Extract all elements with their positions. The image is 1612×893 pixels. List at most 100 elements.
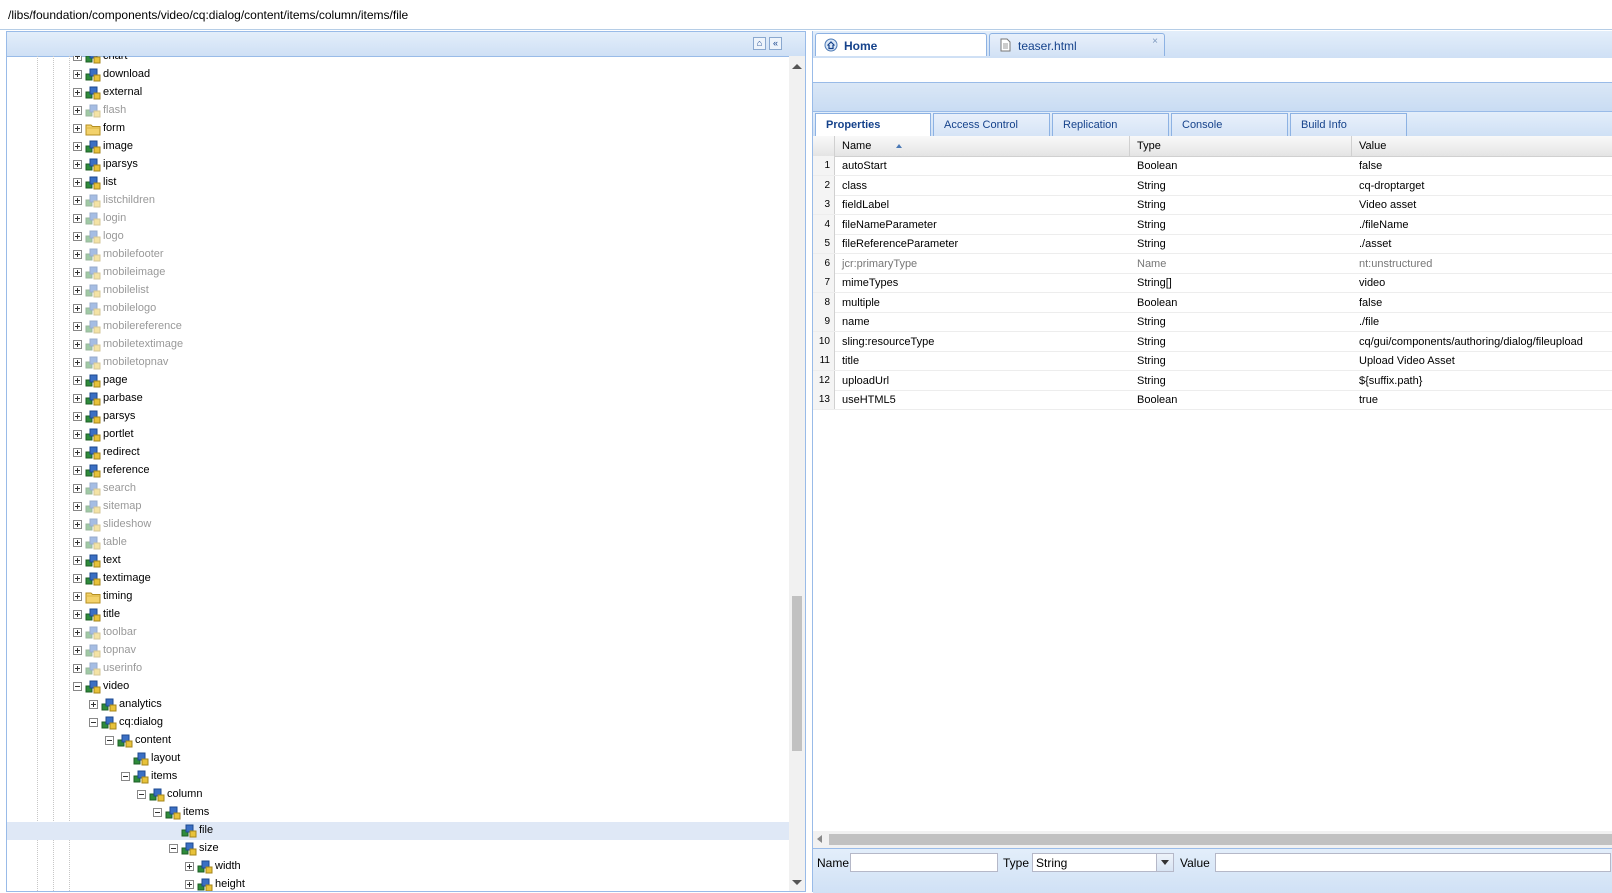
tree-tools-icon[interactable]: ⌂ <box>753 37 766 50</box>
expand-icon[interactable] <box>73 178 82 187</box>
tree-node-login[interactable]: login <box>7 210 791 228</box>
expand-icon[interactable] <box>73 376 82 385</box>
expand-icon[interactable] <box>73 214 82 223</box>
chevron-down-icon[interactable] <box>1156 854 1173 871</box>
tree-node-userinfo[interactable]: userinfo <box>7 660 791 678</box>
tree-node-table[interactable]: table <box>7 534 791 552</box>
table-row[interactable]: 7 mimeTypes String[] video <box>813 273 1612 293</box>
tree-node-iparsys[interactable]: iparsys <box>7 156 791 174</box>
tree-node-layout[interactable]: layout <box>7 750 791 768</box>
tree-node-chart[interactable]: chart <box>7 56 791 66</box>
expand-icon[interactable] <box>185 862 194 871</box>
value-field[interactable] <box>1215 853 1611 872</box>
expand-icon[interactable] <box>73 646 82 655</box>
table-row[interactable]: 5 fileReferenceParameter String ./asset <box>813 234 1612 254</box>
tree-node-mobileimage[interactable]: mobileimage <box>7 264 791 282</box>
scroll-up-icon[interactable] <box>792 64 802 69</box>
tree-node-mobilefooter[interactable]: mobilefooter <box>7 246 791 264</box>
tree-node-list[interactable]: list <box>7 174 791 192</box>
tree-node-toolbar[interactable]: toolbar <box>7 624 791 642</box>
tree-node-width[interactable]: width <box>7 858 791 876</box>
expand-icon[interactable] <box>73 394 82 403</box>
tree-node-listchildren[interactable]: listchildren <box>7 192 791 210</box>
table-row[interactable]: 3 fieldLabel String Video asset <box>813 195 1612 215</box>
expand-icon[interactable] <box>73 106 82 115</box>
expand-icon[interactable] <box>73 250 82 259</box>
tree-node-video[interactable]: video <box>7 678 791 696</box>
tab-home[interactable]: Home <box>815 33 987 56</box>
table-row[interactable]: 10 sling:resourceType String cq/gui/compone… <box>813 331 1612 352</box>
tree-node-download[interactable]: download <box>7 66 791 84</box>
expand-icon[interactable] <box>73 322 82 331</box>
tree-node-slideshow[interactable]: slideshow <box>7 516 791 534</box>
expand-icon[interactable] <box>73 592 82 601</box>
expand-icon[interactable] <box>73 232 82 241</box>
expand-icon[interactable] <box>73 286 82 295</box>
tab-access-control[interactable]: Access Control <box>933 113 1050 136</box>
collapse-icon[interactable] <box>73 682 82 691</box>
tree-node-mobilelist[interactable]: mobilelist <box>7 282 791 300</box>
table-row[interactable]: 9 name String ./file <box>813 312 1612 332</box>
tree-node-mobilereference[interactable]: mobilereference <box>7 318 791 336</box>
tree-node-items[interactable]: items <box>7 768 791 786</box>
type-select[interactable]: String <box>1032 853 1174 872</box>
table-row[interactable]: 13 useHTML5 Boolean true <box>813 390 1612 410</box>
expand-icon[interactable] <box>73 160 82 169</box>
expand-icon[interactable] <box>73 412 82 421</box>
expand-icon[interactable] <box>89 700 98 709</box>
scroll-left-icon[interactable] <box>817 835 822 843</box>
tab-replication[interactable]: Replication <box>1052 113 1169 136</box>
tree-node-form[interactable]: form <box>7 120 791 138</box>
tree-node-mobiletopnav[interactable]: mobiletopnav <box>7 354 791 372</box>
expand-icon[interactable] <box>73 88 82 97</box>
expand-icon[interactable] <box>73 430 82 439</box>
grid-horizontal-scrollbar[interactable] <box>813 831 1612 848</box>
expand-icon[interactable] <box>73 538 82 547</box>
tree-node-textimage[interactable]: textimage <box>7 570 791 588</box>
collapse-panel-icon[interactable]: « <box>769 37 782 50</box>
expand-icon[interactable] <box>73 124 82 133</box>
tree-node-timing[interactable]: timing <box>7 588 791 606</box>
table-row[interactable]: 4 fileNameParameter String ./fileName <box>813 214 1612 235</box>
expand-icon[interactable] <box>185 880 194 889</box>
table-row[interactable]: 1 autoStart Boolean false <box>813 156 1612 176</box>
tree-node-redirect[interactable]: redirect <box>7 444 791 462</box>
column-header-value[interactable]: Value <box>1352 136 1612 156</box>
tree-node-search[interactable]: search <box>7 480 791 498</box>
tree-node-mobilelogo[interactable]: mobilelogo <box>7 300 791 318</box>
tab-build-info[interactable]: Build Info <box>1290 113 1407 136</box>
expand-icon[interactable] <box>73 142 82 151</box>
tree-node-items[interactable]: items <box>7 804 791 822</box>
expand-icon[interactable] <box>73 628 82 637</box>
scroll-thumb[interactable] <box>792 596 802 751</box>
tree-node-size[interactable]: size <box>7 840 791 858</box>
expand-icon[interactable] <box>73 268 82 277</box>
table-row[interactable]: 11 title String Upload Video Asset <box>813 351 1612 371</box>
horizontal-scroll-thumb[interactable] <box>829 834 1612 845</box>
path-bar[interactable]: /libs/foundation/components/video/cq:dia… <box>0 0 1612 30</box>
expand-icon[interactable] <box>73 358 82 367</box>
tree-node-parsys[interactable]: parsys <box>7 408 791 426</box>
tab-console[interactable]: Console <box>1171 113 1288 136</box>
tree-node-cq-dialog[interactable]: cq:dialog <box>7 714 791 732</box>
expand-icon[interactable] <box>73 340 82 349</box>
tree-node-portlet[interactable]: portlet <box>7 426 791 444</box>
table-row[interactable]: 12 uploadUrl String ${suffix.path} <box>813 370 1612 391</box>
expand-icon[interactable] <box>73 466 82 475</box>
table-row[interactable]: 8 multiple Boolean false <box>813 292 1612 313</box>
expand-icon[interactable] <box>73 70 82 79</box>
tree-node-external[interactable]: external <box>7 84 791 102</box>
close-icon[interactable]: × <box>1152 36 1158 47</box>
tree-node-parbase[interactable]: parbase <box>7 390 791 408</box>
tree-node-analytics[interactable]: analytics <box>7 696 791 714</box>
expand-icon[interactable] <box>73 304 82 313</box>
tree-node-reference[interactable]: reference <box>7 462 791 480</box>
column-header-name[interactable]: Name <box>835 136 1130 156</box>
expand-icon[interactable] <box>73 484 82 493</box>
expand-icon[interactable] <box>73 56 82 61</box>
expand-icon[interactable] <box>73 196 82 205</box>
tree-node-mobiletextimage[interactable]: mobiletextimage <box>7 336 791 354</box>
tab-properties[interactable]: Properties <box>815 113 931 136</box>
tree-node-height[interactable]: height <box>7 876 791 891</box>
expand-icon[interactable] <box>73 448 82 457</box>
